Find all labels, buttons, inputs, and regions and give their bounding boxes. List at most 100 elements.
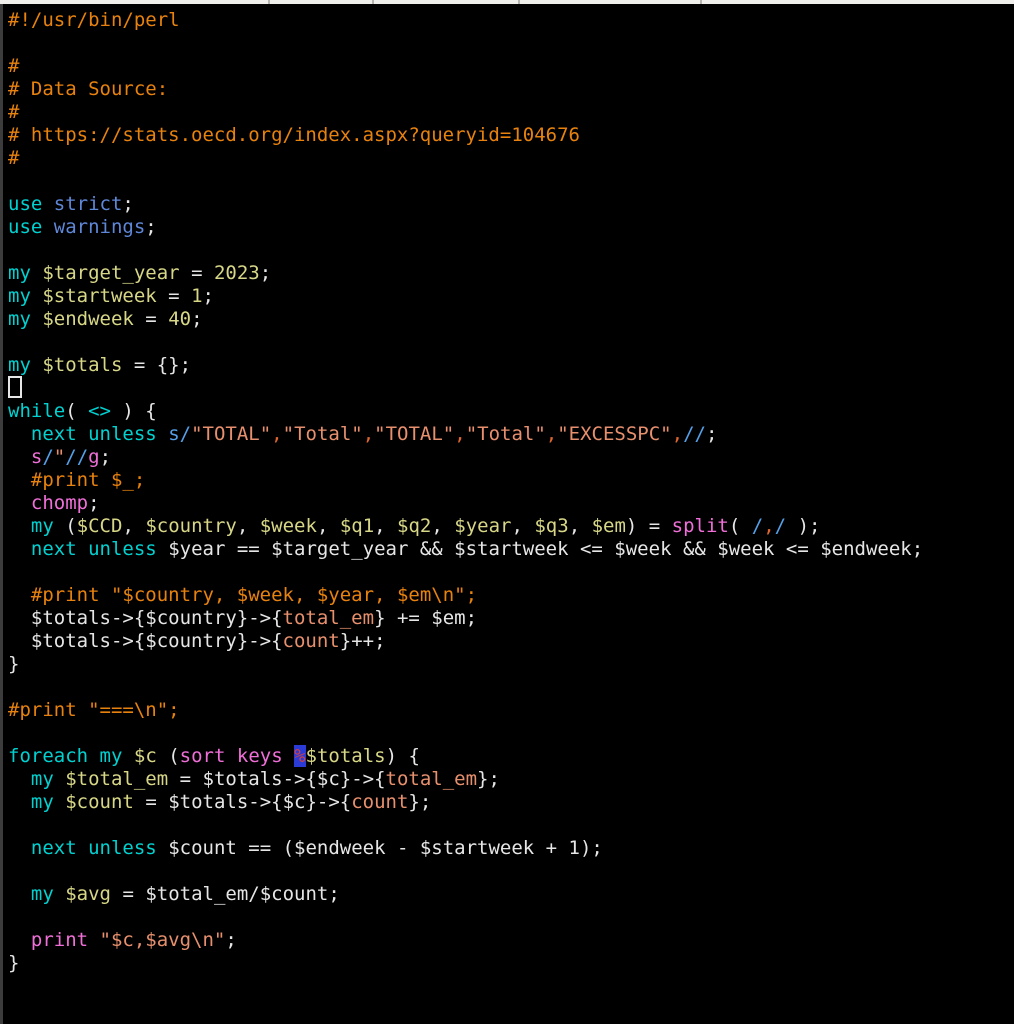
code-token-s: "EXCESSPC" [557,423,672,445]
code-token-v: $target_year [42,262,180,284]
code-token-v: $c [133,745,157,767]
code-token-k: my [30,883,54,905]
code-token-s: total_em [282,607,375,629]
code-token-p: ; [145,216,157,238]
code-token-p: ; [191,308,203,330]
code-line: next unless $count == ($endweek - $start… [8,837,1011,860]
code-token-p: $count == ($endweek - $startweek + 1); [156,837,603,859]
code-line: # Data Source: [8,78,1011,101]
code-token-p [42,193,53,215]
code-token-f: print [30,929,89,951]
code-token-f: g [88,446,100,468]
code-line: my $endweek = 40; [8,308,1011,331]
code-token-k: my [8,354,31,376]
code-token-p [8,515,31,537]
code-token-s: total_em [385,768,478,790]
code-token-v: $totals [305,745,386,767]
code-line: use warnings; [8,216,1011,239]
code-line: my $count = $totals->{$c}->{count}; [8,791,1011,814]
code-token-s: count [351,791,409,813]
code-token-v: $endweek [42,308,134,330]
code-token-k: my [8,262,31,284]
code-line: # [8,55,1011,78]
code-line: $totals->{$country}->{count}++; [8,630,1011,653]
code-line: my ($CCD, $country, $week, $q1, $q2, $ye… [8,515,1011,538]
code-token-c: # [8,55,20,77]
code-token-p [8,469,31,491]
code-token-k: next [30,837,77,859]
code-token-s: "Total" [282,423,363,445]
code-token-p [122,745,133,767]
code-token-p: , [374,515,398,537]
code-token-k: use [8,216,43,238]
code-token-p: ) = [625,515,672,537]
code-token-p: = $totals->{$c}->{ [133,791,352,813]
code-token-k: foreach [8,745,89,767]
code-line: #print $_; [8,469,1011,492]
code-token-p [88,745,99,767]
code-token-s: count [282,630,340,652]
code-token-k: my [8,285,31,307]
terminal-code-area[interactable]: #!/usr/bin/perl # # Data Source: # # https:/… [0,4,1011,1024]
code-token-p: = {}; [122,354,192,376]
code-token-o: , [671,423,684,445]
code-token-c: # [8,147,20,169]
code-token-b: / [751,515,764,537]
code-token-p [157,423,168,445]
code-token-v: $startweek [42,285,157,307]
code-token-p [31,354,42,376]
code-token-p: } [8,653,20,675]
code-token-p [225,745,236,767]
code-token-p: ( [156,745,180,767]
code-token-c: #print $_; [30,469,146,491]
code-token-b: // [683,423,706,445]
code-token-p [77,538,88,560]
code-token-v: $q1 [339,515,375,537]
code-token-v: $totals [42,354,123,376]
code-token-f: split [671,515,729,537]
code-line: next unless s/"TOTAL","Total","TOTAL","T… [8,423,1011,446]
code-token-p [54,883,65,905]
code-token-p: }; [408,791,432,813]
code-token-k: next [30,423,77,445]
code-token-o: , [545,423,558,445]
code-line: next unless $year == $target_year && $st… [8,538,1011,561]
text-cursor[interactable] [8,376,22,398]
code-token-f: keys [236,745,283,767]
top-strip-tick [268,0,270,4]
code-token-o: , [454,423,466,445]
top-strip-tick [700,0,702,4]
code-token-p: , [236,515,260,537]
code-token-p [54,791,65,813]
code-token-p [8,538,31,560]
code-token-v: $week [259,515,317,537]
code-token-p: , [316,515,340,537]
code-token-c: # https://stats.oecd.org/index.aspx?quer… [8,124,580,146]
code-token-p: ; [202,285,214,307]
code-token-v: $count [65,791,134,813]
code-token-c: #!/usr/bin/perl [8,9,180,31]
code-token-o: , [763,515,775,537]
code-token-p: ) { [110,400,157,422]
code-token-p: ( [65,400,89,422]
code-token-b: // [65,446,89,468]
code-line: while( <> ) { [8,400,1011,423]
code-token-p [8,492,31,514]
code-token-p: , [511,515,535,537]
code-line: #print "===\n"; [8,699,1011,722]
code-token-b: s/ [168,423,192,445]
code-token-p [42,216,53,238]
code-token-p: ; [122,193,134,215]
code-token-s: "TOTAL" [374,423,455,445]
code-token-p: $totals->{$country}->{ [8,630,283,652]
code-line: #print "$country, $week, $year, $em\n"; [8,584,1011,607]
code-token-v: 2023 [213,262,260,284]
code-token-p [8,768,31,790]
code-token-p [8,446,31,468]
code-token-k: my [30,515,54,537]
code-token-b: / [774,515,787,537]
